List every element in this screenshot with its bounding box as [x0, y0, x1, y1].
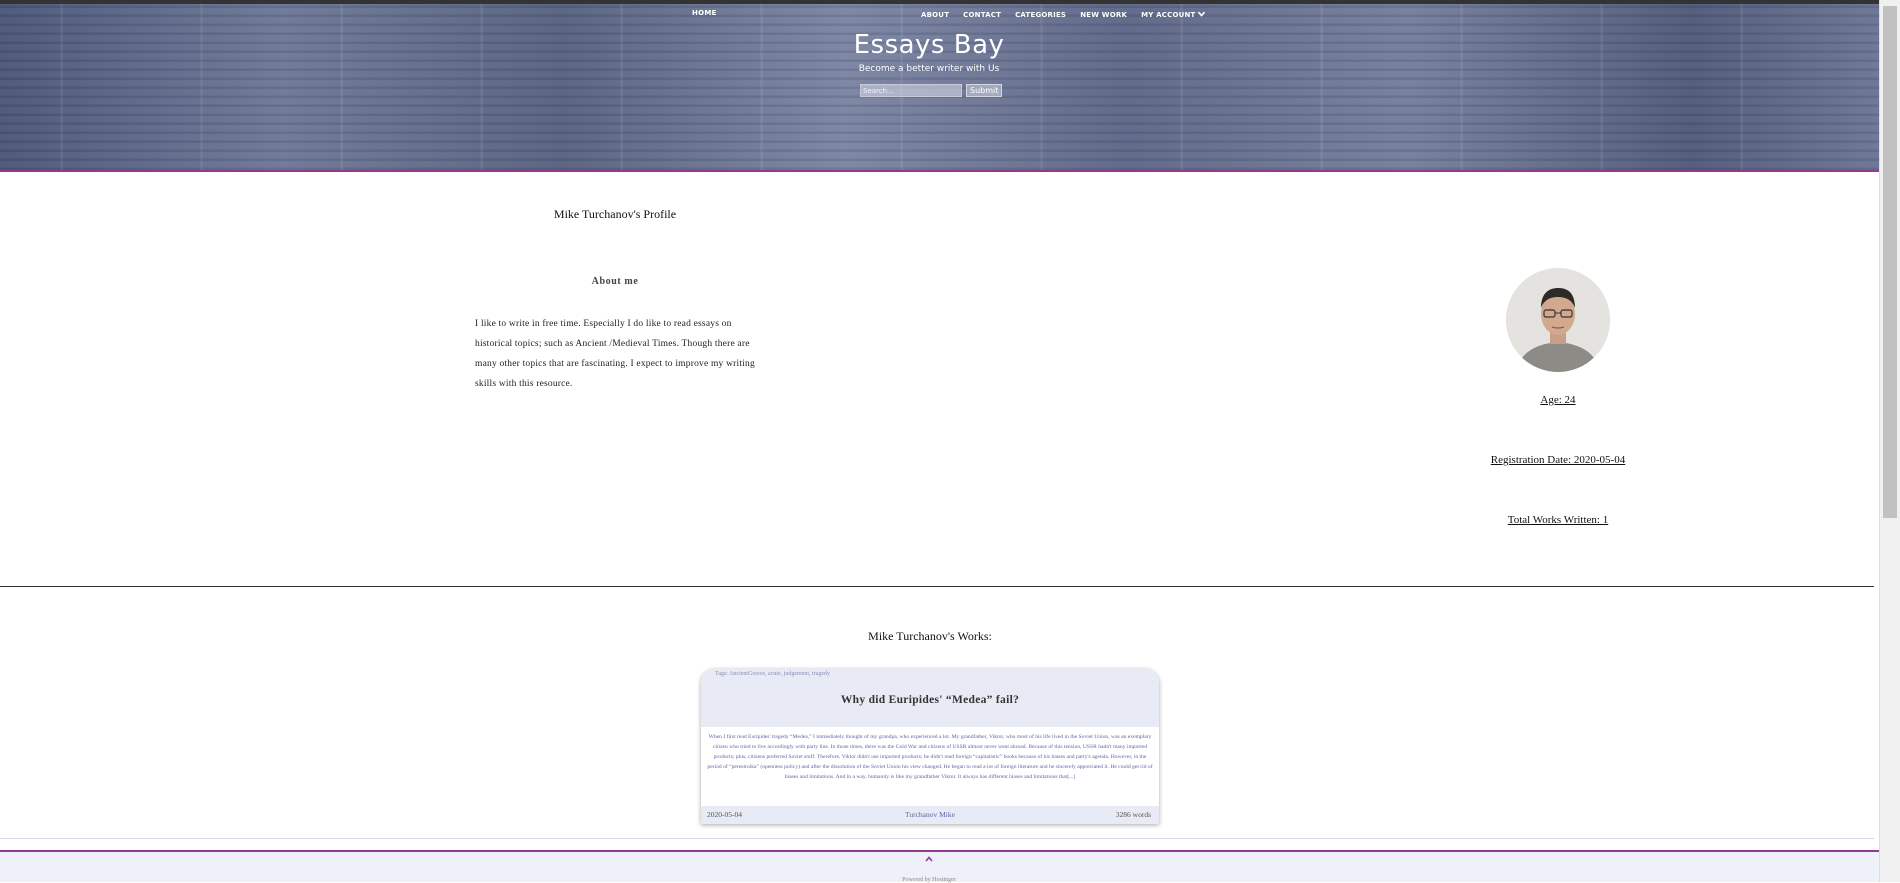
site-footer: Powered by Hostinger	[0, 850, 1879, 883]
avatar	[1506, 268, 1610, 372]
search-submit-button[interactable]: Submit	[966, 84, 1003, 97]
works-title: Mike Turchanov's Works:	[868, 629, 992, 643]
search-form: Submit	[860, 84, 1003, 97]
work-card-excerpt: When I first read Euripides' tragedy “Me…	[707, 734, 1153, 780]
search-input[interactable]	[860, 84, 962, 97]
site-tagline: Become a better writer with Us	[858, 64, 1000, 74]
profile-age: Age: 24	[1540, 394, 1576, 406]
nav-home-link[interactable]: HOME	[692, 9, 717, 17]
page-scrollbar[interactable]	[1879, 0, 1900, 882]
site-title: Essays Bay	[853, 30, 1005, 60]
section-divider	[0, 586, 1874, 587]
nav-about-link[interactable]: ABOUT	[921, 11, 949, 19]
footer-credit: Powered by Hostinger	[902, 877, 956, 883]
work-card[interactable]: Tags: AncientGreece, acute, judgement, t…	[701, 669, 1159, 824]
about-heading: About me	[591, 276, 639, 287]
nav-categories-link[interactable]: CATEGORIES	[1015, 11, 1066, 19]
work-card-footer: 2020-05-04 Turchanov Mike 3286 words	[701, 806, 1159, 824]
profile-registration-date: Registration Date: 2020-05-04	[1490, 454, 1626, 466]
main-nav: ABOUT CONTACT CATEGORIES NEW WORK MY ACC…	[921, 11, 1219, 19]
scrollbar-thumb[interactable]	[1883, 6, 1897, 518]
chevron-up-icon[interactable]	[0, 855, 1858, 865]
nav-my-account-dropdown[interactable]: MY ACCOUNT	[1141, 11, 1205, 19]
nav-contact-link[interactable]: CONTACT	[963, 11, 1001, 19]
about-text: I like to write in free time. Especially…	[475, 319, 755, 389]
work-card-author[interactable]: Turchanov Mike	[701, 810, 1159, 819]
footer-divider	[0, 838, 1874, 839]
work-card-title[interactable]: Why did Euripides' “Medea” fail?	[701, 694, 1159, 706]
work-card-word-count: 3286 words	[1115, 810, 1151, 819]
nav-new-work-link[interactable]: NEW WORK	[1080, 11, 1127, 19]
profile-title: Mike Turchanov's Profile	[553, 207, 677, 221]
work-card-tags[interactable]: Tags: AncientGreece, acute, judgement, t…	[715, 671, 830, 677]
profile-total-works: Total Works Written: 1	[1507, 514, 1609, 526]
header-top-border	[0, 0, 1879, 4]
chevron-down-icon	[1197, 11, 1205, 19]
site-header: HOME ABOUT CONTACT CATEGORIES NEW WORK M…	[0, 0, 1879, 172]
nav-my-account-label: MY ACCOUNT	[1141, 11, 1196, 19]
